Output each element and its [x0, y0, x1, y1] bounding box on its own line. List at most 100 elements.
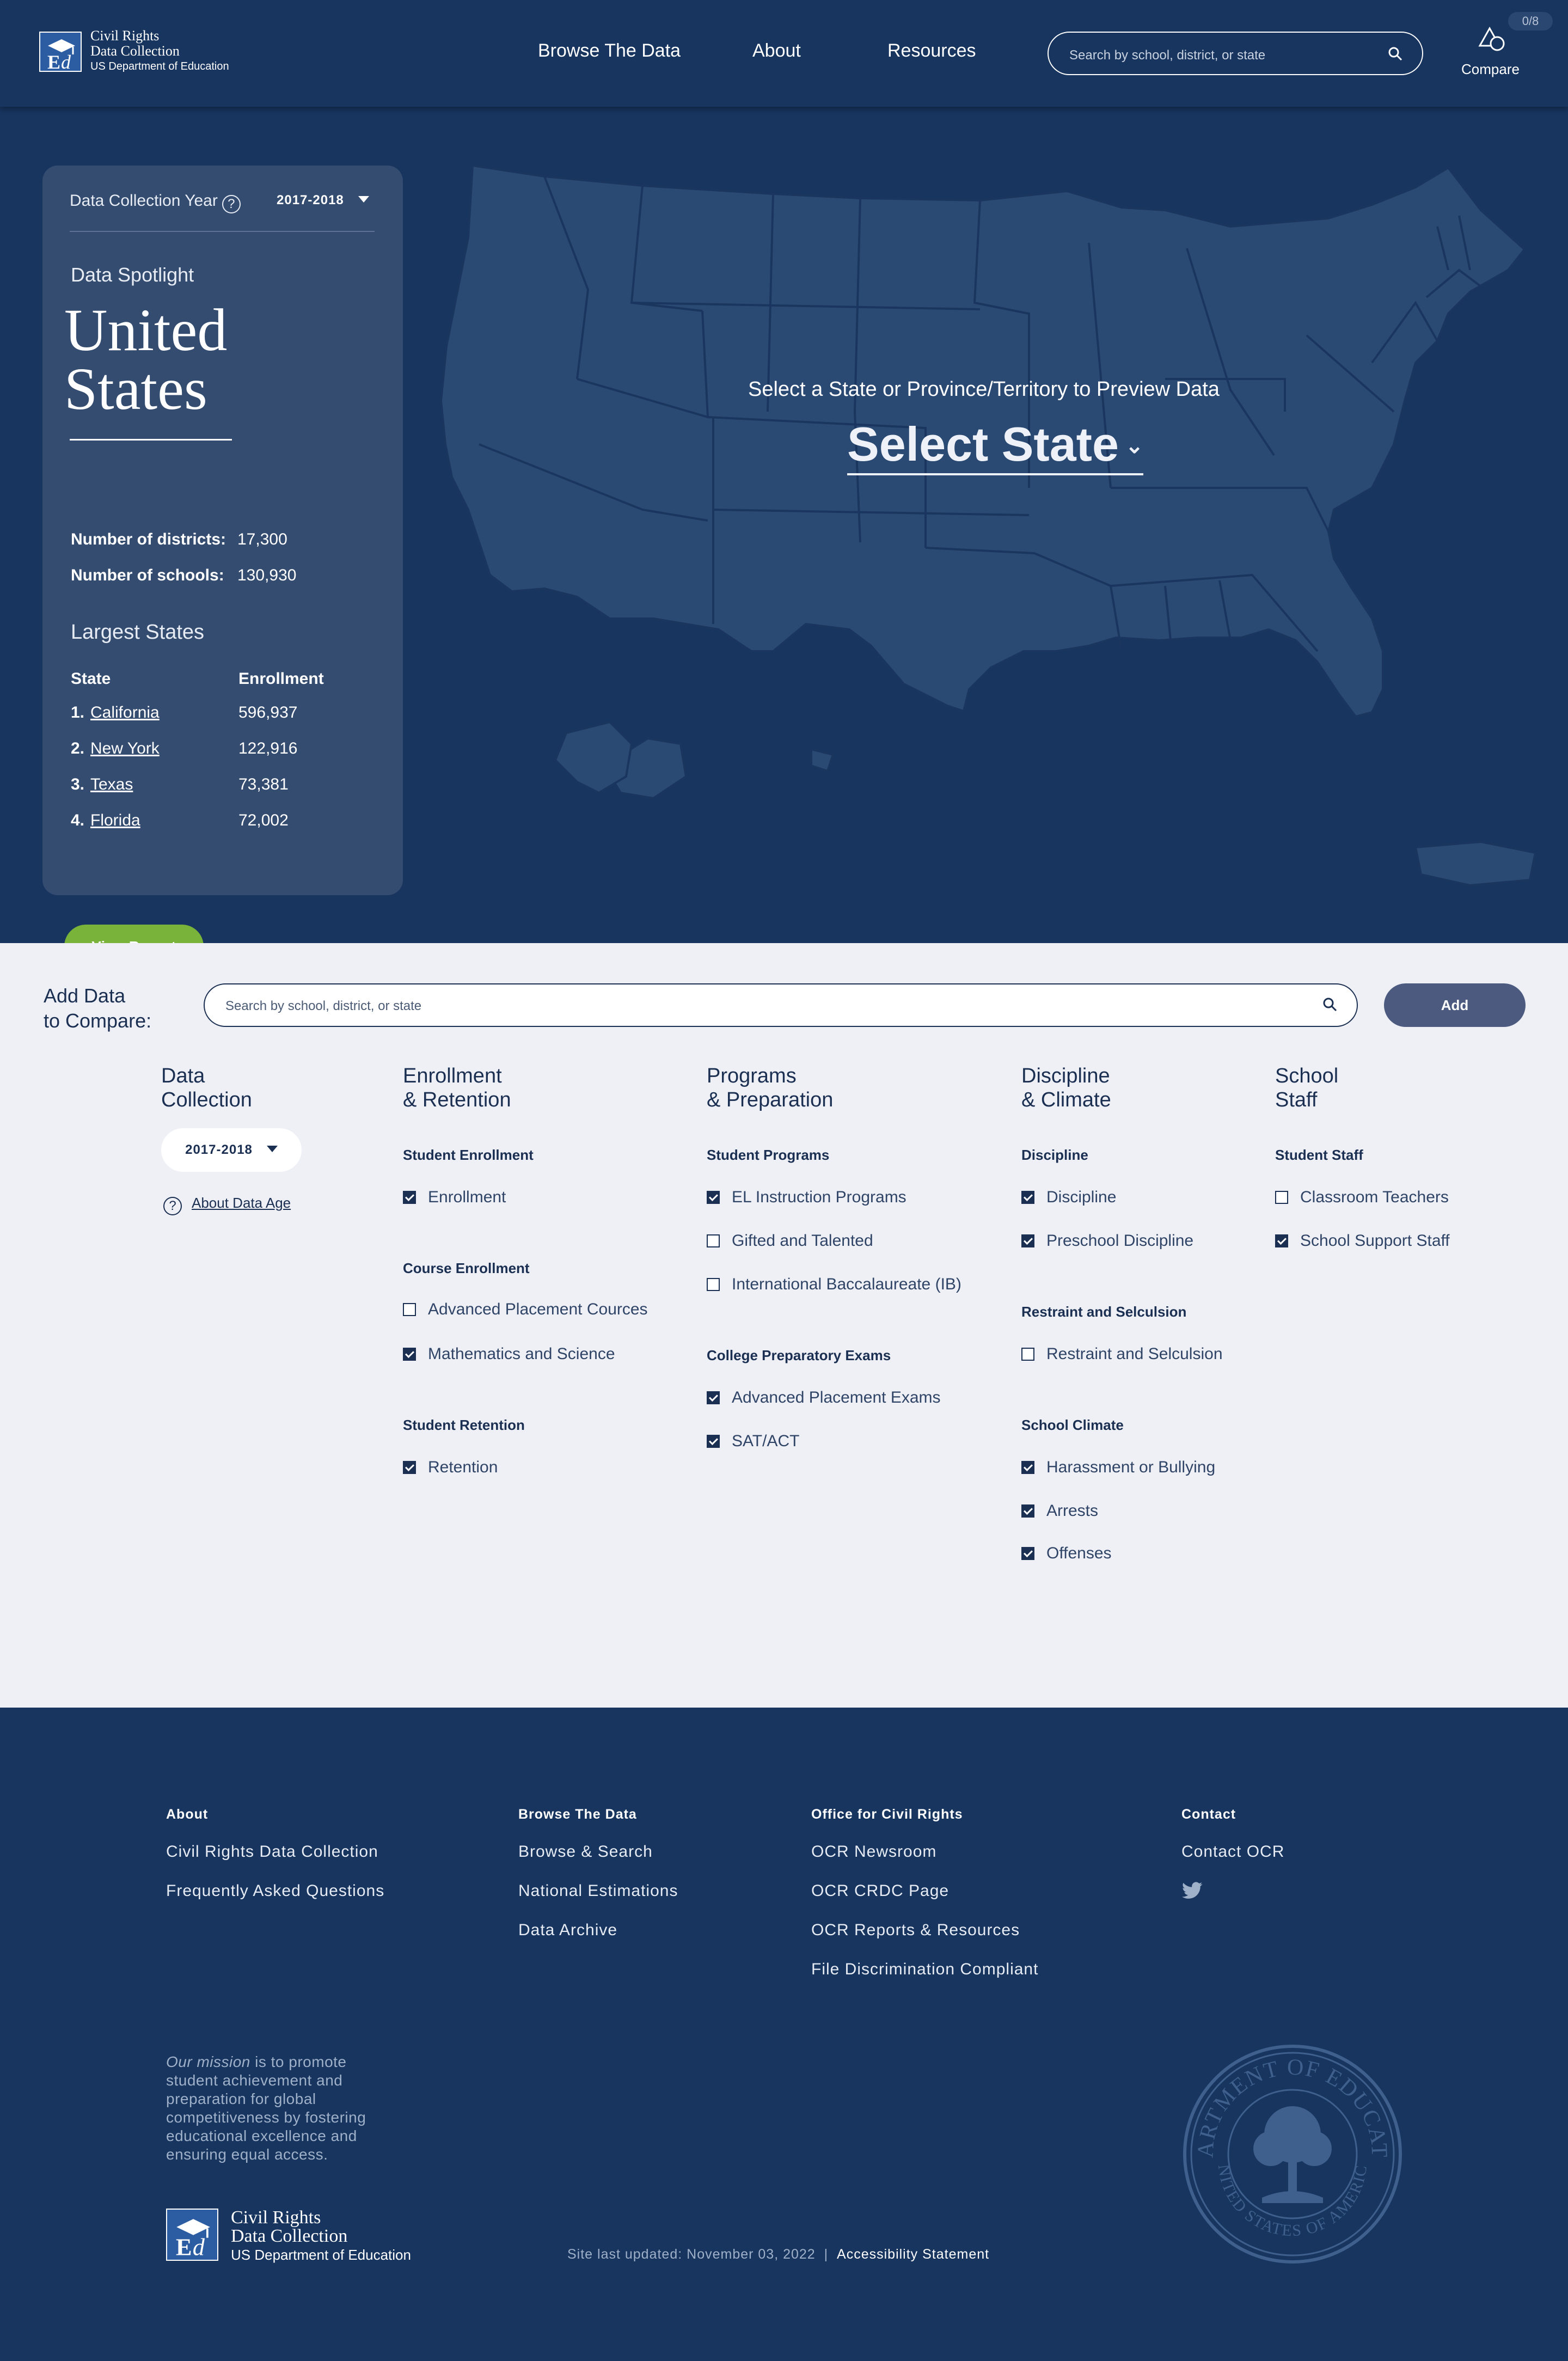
chevron-down-icon: ⌄	[1125, 434, 1144, 458]
about-data-age-link[interactable]: About Data Age	[192, 1195, 291, 1211]
checkbox-discipline[interactable]: Discipline	[1021, 1188, 1116, 1207]
checkbox-box[interactable]	[403, 1303, 416, 1316]
site-updated-text: Site last updated: November 03, 2022	[567, 2247, 816, 2262]
checkbox-classroom-teachers[interactable]: Classroom Teachers	[1275, 1188, 1449, 1207]
state-link-florida[interactable]: Florida	[90, 811, 238, 830]
checkbox-box[interactable]	[1275, 1191, 1288, 1204]
compare-search-placeholder: Search by school, district, or state	[225, 999, 422, 1013]
footer-link-ocr-reports[interactable]: OCR Reports & Resources	[811, 1921, 1020, 1940]
checkbox-box[interactable]	[707, 1191, 720, 1204]
footer-link-data-archive[interactable]: Data Archive	[518, 1921, 617, 1940]
table-row: 4. Florida 72,002	[71, 811, 289, 830]
twitter-icon[interactable]	[1181, 1882, 1203, 1900]
help-icon[interactable]: ?	[163, 1197, 182, 1215]
search-icon[interactable]	[1387, 46, 1404, 62]
checkbox-preschool-discipline[interactable]: Preschool Discipline	[1021, 1232, 1193, 1250]
checkbox-retention[interactable]: Retention	[403, 1458, 498, 1477]
checkbox-mathematics-science[interactable]: Mathematics and Science	[403, 1345, 615, 1363]
checkbox-label: SAT/ACT	[732, 1432, 800, 1450]
checkbox-box[interactable]	[403, 1348, 416, 1361]
site-logo-text[interactable]: Civil Rights Data Collection US Departme…	[90, 28, 229, 74]
checkbox-box[interactable]	[1275, 1234, 1288, 1247]
compare-label[interactable]: Compare	[1461, 61, 1520, 78]
checkbox-box[interactable]	[707, 1234, 720, 1247]
accessibility-statement-link[interactable]: Accessibility Statement	[837, 2247, 989, 2262]
checkbox-el-instruction[interactable]: EL Instruction Programs	[707, 1188, 906, 1207]
nav-browse-the-data[interactable]: Browse The Data	[538, 40, 681, 62]
checkbox-restraint-seclusion[interactable]: Restraint and Selculsion	[1021, 1345, 1223, 1363]
footer-link-crdc[interactable]: Civil Rights Data Collection	[166, 1843, 378, 1861]
school-staff-heading: School Staff	[1275, 1064, 1338, 1112]
checkbox-gifted-talented[interactable]: Gifted and Talented	[707, 1232, 873, 1250]
header-search-input[interactable]: Search by school, district, or state	[1048, 32, 1423, 75]
data-collection-heading: Data Collection	[161, 1064, 252, 1112]
checkbox-ap-exams[interactable]: Advanced Placement Exams	[707, 1389, 941, 1407]
checkbox-label: Discipline	[1046, 1188, 1117, 1206]
state-link-california[interactable]: California	[90, 704, 238, 722]
heading-line: Staff	[1275, 1088, 1318, 1111]
year-select[interactable]: 2017-2018	[277, 193, 369, 208]
footer-link-contact-ocr[interactable]: Contact OCR	[1181, 1843, 1284, 1861]
state-link-new-york[interactable]: New York	[90, 739, 238, 758]
checkbox-enrollment[interactable]: Enrollment	[403, 1188, 506, 1207]
add-data-compare-section: Add Data to Compare: Search by school, d…	[0, 943, 1568, 1708]
stat-label: Number of schools:	[71, 566, 224, 584]
crdc-logo-icon[interactable]: E d	[39, 32, 82, 73]
hero-section: Select a State or Province/Territory to …	[0, 107, 1568, 968]
checkbox-box[interactable]	[1021, 1547, 1034, 1560]
footer-link-faq[interactable]: Frequently Asked Questions	[166, 1882, 384, 1900]
footer-separator: |	[824, 2247, 829, 2262]
checkbox-harassment-bullying[interactable]: Harassment or Bullying	[1021, 1458, 1215, 1477]
spotlight-title-line2: States	[64, 356, 207, 422]
checkbox-box[interactable]	[1021, 1504, 1034, 1518]
row-enrollment: 73,381	[238, 775, 289, 793]
checkbox-advanced-placement-courses[interactable]: Advanced Placement Cources	[403, 1300, 648, 1319]
nav-resources[interactable]: Resources	[887, 40, 976, 62]
col-state-header: State	[71, 670, 111, 688]
footer-contact-heading: Contact	[1181, 1807, 1236, 1822]
checkbox-box[interactable]	[707, 1435, 720, 1448]
nav-about[interactable]: About	[752, 40, 801, 62]
group-discipline: Discipline	[1021, 1147, 1088, 1163]
spotlight-title-line1: United	[64, 297, 228, 363]
site-footer: About Civil Rights Data Collection Frequ…	[0, 1708, 1568, 2361]
checkbox-offenses[interactable]: Offenses	[1021, 1544, 1112, 1563]
help-icon[interactable]: ?	[222, 195, 241, 213]
site-header: E d Civil Rights Data Collection US Depa…	[0, 0, 1568, 107]
checkbox-box[interactable]	[403, 1191, 416, 1204]
checkbox-box[interactable]	[707, 1391, 720, 1404]
footer-link-browse-search[interactable]: Browse & Search	[518, 1843, 653, 1861]
footer-crdc-logo-icon[interactable]: E d	[166, 2209, 218, 2261]
search-icon[interactable]	[1322, 996, 1338, 1013]
title-underline	[70, 439, 232, 441]
checkbox-ib[interactable]: International Baccalaureate (IB)	[707, 1275, 961, 1294]
data-collection-year-label: Data Collection Year?	[70, 192, 241, 213]
mission-statement: Our mission is to promote student achiev…	[166, 2053, 395, 2164]
col-enrollment-header: Enrollment	[238, 670, 324, 688]
checkbox-label: Harassment or Bullying	[1046, 1458, 1216, 1476]
footer-link-ocr-crdc[interactable]: OCR CRDC Page	[811, 1882, 949, 1900]
checkbox-arrests[interactable]: Arrests	[1021, 1502, 1098, 1520]
compare-search-input[interactable]: Search by school, district, or state	[204, 983, 1358, 1027]
footer-logo-text[interactable]: Civil Rights Data Collection US Departme…	[231, 2209, 411, 2264]
select-state-dropdown[interactable]: Select State ⌄	[847, 417, 1144, 475]
footer-link-ocr-newsroom[interactable]: OCR Newsroom	[811, 1843, 936, 1861]
checkbox-box[interactable]	[1021, 1234, 1034, 1247]
checkbox-box[interactable]	[1021, 1461, 1034, 1474]
checkbox-box[interactable]	[1021, 1348, 1034, 1361]
group-college-exams: College Preparatory Exams	[707, 1347, 891, 1363]
stat-districts: Number of districts: 17,300	[71, 530, 287, 549]
compare-year-select[interactable]: 2017-2018	[161, 1128, 302, 1172]
footer-link-file-discrimination[interactable]: File Discrimination Compliant	[811, 1960, 1038, 1979]
checkbox-box[interactable]	[707, 1278, 720, 1291]
checkbox-school-support-staff[interactable]: School Support Staff	[1275, 1232, 1450, 1250]
state-link-texas[interactable]: Texas	[90, 775, 238, 794]
footer-link-national-estimations[interactable]: National Estimations	[518, 1882, 678, 1900]
compare-icon[interactable]	[1478, 26, 1508, 54]
add-button[interactable]: Add	[1384, 983, 1526, 1027]
checkbox-box[interactable]	[1021, 1191, 1034, 1204]
checkbox-box[interactable]	[403, 1461, 416, 1474]
table-row: 2. New York 122,916	[71, 739, 297, 758]
checkbox-sat-act[interactable]: SAT/ACT	[707, 1432, 799, 1451]
panel-divider	[70, 231, 375, 232]
